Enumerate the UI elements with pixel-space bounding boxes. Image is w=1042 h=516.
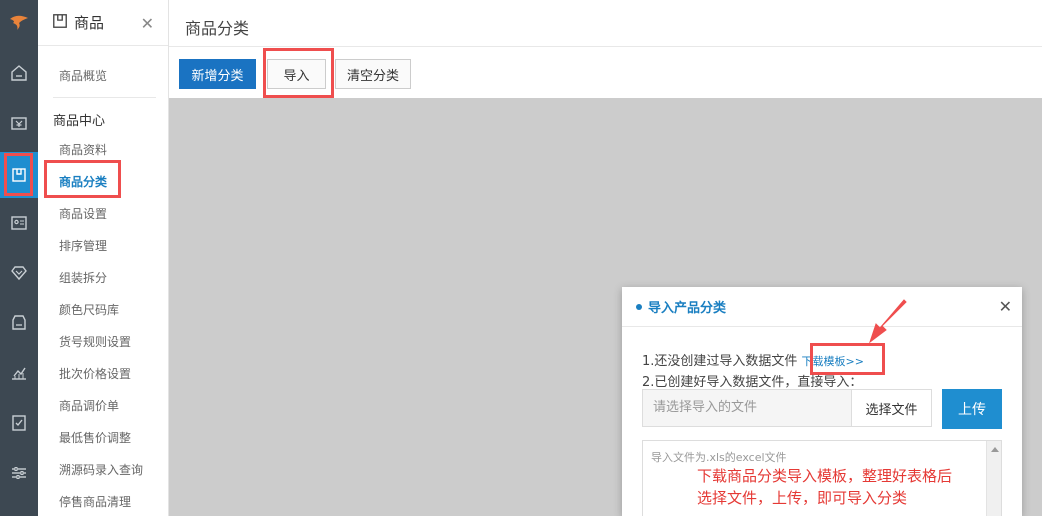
icon-rail: [0, 0, 38, 516]
sidebar-item-batch-price[interactable]: 批次价格设置: [59, 365, 131, 382]
scrollbar[interactable]: [986, 441, 1001, 516]
annotation-line-1: 下载商品分类导入模板，整理好表格后: [697, 467, 953, 485]
sidebar-divider: [53, 97, 156, 98]
sidebar-item-color-size[interactable]: 颜色尺码库: [59, 301, 119, 318]
close-icon[interactable]: ✕: [141, 14, 154, 33]
sidebar-group-title: 商品中心: [53, 114, 106, 129]
sidebar-item-settings[interactable]: 商品设置: [59, 205, 107, 222]
sidebar-item-trace-code[interactable]: 溯源码录入查询: [59, 461, 143, 478]
sidebar-item-overview[interactable]: 商品概览: [59, 67, 107, 84]
sidebar-item-min-price[interactable]: 最低售价调整: [59, 429, 131, 446]
store-icon[interactable]: [0, 300, 38, 346]
diamond-icon[interactable]: [0, 250, 38, 296]
sidebar-item-sku-rules[interactable]: 货号规则设置: [59, 333, 131, 350]
chart-icon[interactable]: [0, 350, 38, 396]
import-dialog: 导入产品分类 ✕ 1.还没创建过导入数据文件 下载模板>> 2.已创建好导入数据…: [622, 287, 1022, 516]
upload-button[interactable]: 上传: [942, 389, 1002, 429]
annotation-arrow-icon: [869, 299, 907, 344]
clear-categories-button[interactable]: 清空分类: [335, 59, 411, 89]
sidebar-title: 商品: [74, 14, 105, 32]
sidebar-highlight-box: [44, 160, 121, 198]
step-two-text: 2.已创建好导入数据文件，直接导入：: [642, 375, 863, 390]
money-icon[interactable]: [0, 100, 38, 146]
scroll-up-icon[interactable]: [991, 447, 999, 452]
header-divider: [169, 46, 1042, 47]
contact-icon[interactable]: [0, 200, 38, 246]
add-category-button[interactable]: 新增分类: [179, 59, 256, 89]
box-icon: [52, 13, 68, 33]
textarea-hint: 导入文件为.xls的excel文件: [651, 451, 787, 464]
import-highlight-box: [263, 48, 334, 98]
report-icon[interactable]: [0, 400, 38, 446]
logo-icon[interactable]: [0, 0, 38, 46]
sidebar-item-assembly[interactable]: 组装拆分: [59, 269, 107, 286]
dialog-title: 导入产品分类: [648, 301, 727, 316]
choose-file-button[interactable]: 选择文件: [851, 389, 932, 427]
settings-icon[interactable]: [0, 450, 38, 496]
dot-icon: [636, 303, 642, 310]
sidebar-item-product-info[interactable]: 商品资料: [59, 141, 107, 158]
annotation-line-2: 选择文件，上传，即可导入分类: [697, 489, 908, 507]
home-icon[interactable]: [0, 50, 38, 96]
sidebar: 商品 ✕ 商品概览 商品中心 商品资料 商品分类 商品设置 排序管理 组装拆分 …: [38, 0, 169, 516]
rail-highlight-box: [4, 153, 33, 196]
dialog-header: 导入产品分类 ✕: [622, 287, 1022, 327]
step-one-text: 1.还没创建过导入数据文件: [642, 354, 798, 369]
close-icon[interactable]: ✕: [999, 297, 1012, 316]
sidebar-item-price-adjust[interactable]: 商品调价单: [59, 397, 119, 414]
file-path-input[interactable]: 请选择导入的文件: [642, 389, 852, 427]
sidebar-item-sorting[interactable]: 排序管理: [59, 237, 107, 254]
page-title: 商品分类: [185, 19, 250, 38]
sidebar-header: 商品 ✕: [38, 0, 168, 46]
sidebar-item-discontinued[interactable]: 停售商品清理: [59, 493, 131, 510]
